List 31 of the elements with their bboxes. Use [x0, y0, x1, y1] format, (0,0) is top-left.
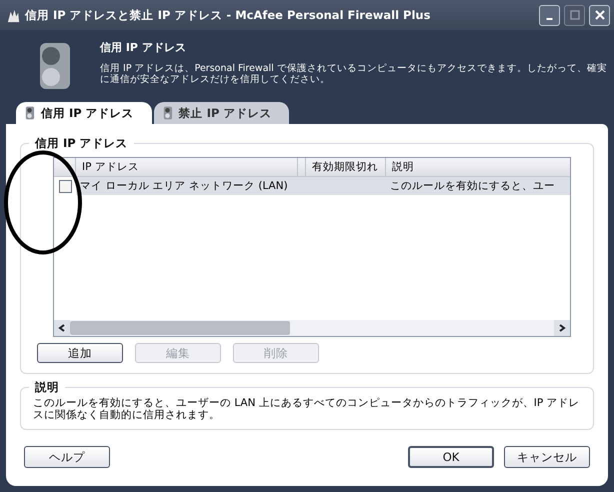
scroll-right-button[interactable]: [554, 320, 570, 336]
header-description: 信用 IP アドレスは、Personal Firewall で保護されているコンピュータにもアクセスできます。したがって、確実に通信が安全なアドレスだけを信用してください。: [100, 63, 608, 85]
group-title: 説明: [34, 380, 60, 395]
checkbox[interactable]: [58, 180, 72, 192]
close-icon: [594, 10, 604, 20]
dialog-button[interactable]: キャンセル: [504, 446, 590, 468]
list-row[interactable]: マイ ローカル エリア ネットワーク (LAN) このルールを有効にすると、ユー: [54, 177, 570, 195]
column-header[interactable]: 有効期限切れ: [306, 158, 386, 176]
scroll-thumb[interactable]: [70, 321, 290, 335]
maximize-icon: [570, 10, 580, 20]
tab[interactable]: 信用 IP アドレス: [16, 102, 152, 124]
table-cell: このルールを有効にすると、ユー: [386, 177, 570, 195]
table-cell: マイ ローカル エリア ネットワーク (LAN): [76, 177, 306, 195]
description-text: このルールを有効にすると、ユーザーの LAN 上にあるすべてのコンピュータからのトラフィックが、IP アドレスに関係なく自動的に信用されます。: [32, 397, 581, 421]
dialog-button[interactable]: ヘルプ: [24, 446, 110, 468]
window-title: 信用 IP アドレスと禁止 IP アドレス - McAfee Personal Firewall Plus: [25, 8, 430, 22]
flame-icon: [6, 8, 21, 22]
close-button[interactable]: [589, 4, 610, 26]
traffic-light-icon: [162, 106, 173, 120]
scroll-left-button[interactable]: [54, 320, 70, 336]
column-header[interactable]: 説明: [386, 158, 570, 176]
dialog-button[interactable]: OK: [408, 446, 494, 468]
traffic-light-icon: [24, 106, 35, 120]
tab[interactable]: 禁止 IP アドレス: [154, 102, 290, 124]
group-title: 信用 IP アドレス: [34, 136, 129, 151]
column-header[interactable]: IP アドレス: [76, 158, 298, 176]
header-title: 信用 IP アドレス: [100, 40, 187, 55]
minimize-button[interactable]: [539, 4, 560, 26]
action-button[interactable]: 追加: [37, 343, 123, 363]
minimize-icon: [546, 18, 553, 20]
horizontal-scrollbar[interactable]: [54, 320, 570, 336]
